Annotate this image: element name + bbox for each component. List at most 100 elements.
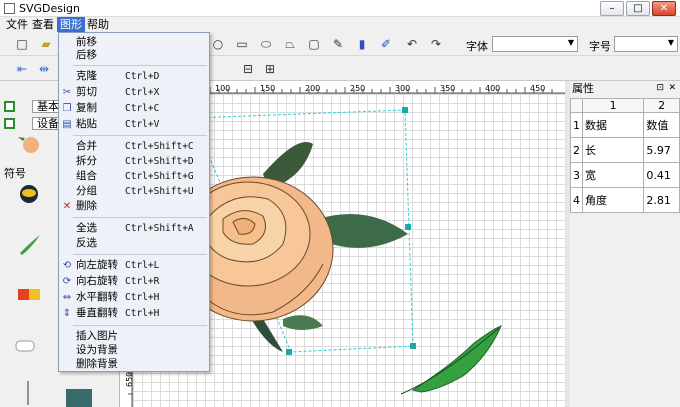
property-value[interactable]: 2.81 <box>643 187 680 213</box>
row-index: 1 <box>570 112 583 138</box>
redo-icon[interactable]: ↷ <box>428 36 444 52</box>
menu-item-clone[interactable]: 克隆 Ctrl+D <box>59 69 209 84</box>
property-name: 角度 <box>581 187 645 213</box>
circle-tool-icon[interactable]: ○ <box>210 36 226 52</box>
rotate-left-icon: ⟲ <box>62 260 72 271</box>
menu-item-label: 分组 <box>76 185 97 197</box>
thumb-rose[interactable] <box>18 137 39 153</box>
menu-item-cut[interactable]: ✂ 剪切 Ctrl+X <box>59 85 209 100</box>
menu-item-flip-vertical[interactable]: ⇕ 垂直翻转 Ctrl+H <box>59 306 209 321</box>
menu-help[interactable]: 帮助 <box>84 17 112 32</box>
polygon-tool-icon[interactable]: ⏢ <box>282 36 298 52</box>
thumb-gradient[interactable] <box>18 289 40 300</box>
font-label: 字体 <box>466 40 488 53</box>
menu-item-remove-background[interactable]: 删除背景 <box>59 357 209 372</box>
property-value[interactable]: 数值 <box>643 112 680 138</box>
menu-item-send-backward[interactable]: 后移 <box>59 48 209 63</box>
menu-item-delete[interactable]: ✕ 删除 <box>59 199 209 214</box>
rectangle-tool-icon[interactable]: ▭ <box>234 36 250 52</box>
table-row[interactable]: 2 长 5.97 <box>570 137 680 163</box>
menu-item-set-background[interactable]: 设为背景 <box>59 343 209 358</box>
paste-icon: ▤ <box>62 119 72 130</box>
properties-header: 属性 ⊡ ✕ <box>570 81 680 96</box>
menu-item-label: 克隆 <box>76 70 97 82</box>
flip-horizontal-icon: ⇔ <box>62 292 72 303</box>
title-bar: SVGDesign – □ ✕ <box>0 0 680 17</box>
menu-item-label: 设为背景 <box>76 344 118 356</box>
new-file-icon[interactable]: □ <box>14 36 30 52</box>
resize-handle[interactable] <box>286 349 292 355</box>
resize-handle[interactable] <box>402 107 408 113</box>
properties-table: 1 2 1 数据 数值 2 长 5.97 3 宽 0.41 4 角度 2.81 <box>570 98 680 213</box>
shortcut-text: Ctrl+V <box>125 119 160 130</box>
pen-tool-icon[interactable]: ✎ <box>330 36 346 52</box>
shortcut-text: Ctrl+R <box>125 276 160 287</box>
menu-item-label: 粘贴 <box>76 118 97 130</box>
fill-color-icon[interactable]: ▮ <box>354 36 370 52</box>
thumb-box[interactable] <box>66 389 92 407</box>
feather-shape[interactable] <box>400 325 502 395</box>
menu-item-label: 全选 <box>76 222 97 234</box>
thumb-rounded-rect[interactable] <box>15 340 35 352</box>
table-row[interactable]: 4 角度 2.81 <box>570 187 680 213</box>
undo-icon[interactable]: ↶ <box>404 36 420 52</box>
align-center-icon[interactable]: ⇹ <box>36 61 52 77</box>
menu-separator <box>73 135 207 136</box>
shortcut-text: Ctrl+Shift+G <box>125 171 194 182</box>
rotate-right-icon: ⟳ <box>62 276 72 287</box>
shortcut-text: Ctrl+Shift+A <box>125 223 194 234</box>
property-value[interactable]: 0.41 <box>643 162 680 188</box>
chevron-down-icon: ▼ <box>667 38 674 47</box>
menu-item-invert-selection[interactable]: 反选 <box>59 236 209 251</box>
menu-item-flip-horizontal[interactable]: ⇔ 水平翻转 Ctrl+H <box>59 290 209 305</box>
menu-file[interactable]: 文件 <box>3 17 31 32</box>
menu-item-group[interactable]: 组合 Ctrl+Shift+G <box>59 169 209 184</box>
thumb-feather[interactable] <box>20 235 40 255</box>
menu-item-ungroup[interactable]: 分组 Ctrl+Shift+U <box>59 184 209 199</box>
table-row[interactable]: 1 数据 数值 <box>570 112 680 138</box>
menu-shape[interactable]: 图形 <box>57 17 85 32</box>
shortcut-text: Ctrl+Shift+U <box>125 186 194 197</box>
menu-item-copy[interactable]: ❐ 复制 Ctrl+C <box>59 101 209 116</box>
menu-item-rotate-right[interactable]: ⟳ 向右旋转 Ctrl+R <box>59 274 209 289</box>
size-select[interactable]: ▼ <box>614 36 678 52</box>
thumb-bird[interactable] <box>20 185 38 203</box>
column-header: 2 <box>643 98 680 113</box>
resize-handle[interactable] <box>410 343 416 349</box>
table-row[interactable]: 3 宽 0.41 <box>570 162 680 188</box>
menu-item-label: 水平翻转 <box>76 291 118 303</box>
maximize-button[interactable]: □ <box>626 1 650 16</box>
shortcut-text: Ctrl+Shift+C <box>125 141 194 152</box>
shortcut-text: Ctrl+C <box>125 103 160 114</box>
resize-handle[interactable] <box>405 224 411 230</box>
menu-item-label: 向右旋转 <box>76 275 118 287</box>
line-color-icon[interactable]: ✐ <box>378 36 394 52</box>
minimize-button[interactable]: – <box>600 1 624 16</box>
menu-item-merge[interactable]: 合并 Ctrl+Shift+C <box>59 139 209 154</box>
ellipse-tool-icon[interactable]: ⬭ <box>258 36 274 52</box>
font-select[interactable]: ▼ <box>492 36 578 52</box>
open-folder-icon[interactable]: ▰ <box>38 36 54 52</box>
delete-icon: ✕ <box>62 201 72 212</box>
menu-item-label: 向左旋转 <box>76 259 118 271</box>
close-button[interactable]: ✕ <box>652 1 676 16</box>
pin-icon[interactable]: ⊡ <box>656 81 664 96</box>
menu-item-split[interactable]: 拆分 Ctrl+Shift+D <box>59 154 209 169</box>
properties-title: 属性 <box>572 82 594 95</box>
rounded-rect-tool-icon[interactable]: ▢ <box>306 36 322 52</box>
menu-item-paste[interactable]: ▤ 粘贴 Ctrl+V <box>59 117 209 132</box>
menu-view[interactable]: 查看 <box>29 17 57 32</box>
shortcut-text: Ctrl+L <box>125 260 160 271</box>
column-header: 1 <box>581 98 645 113</box>
scissors-icon: ✂ <box>62 87 72 98</box>
distribute-icon[interactable]: ⊟ <box>240 61 256 77</box>
menu-item-select-all[interactable]: 全选 Ctrl+Shift+A <box>59 221 209 236</box>
menu-item-label: 复制 <box>76 102 97 114</box>
close-icon[interactable]: ✕ <box>668 81 676 96</box>
menu-item-rotate-left[interactable]: ⟲ 向左旋转 Ctrl+L <box>59 258 209 273</box>
flip-vertical-icon: ⇕ <box>62 308 72 319</box>
align-left-icon[interactable]: ⇤ <box>14 61 30 77</box>
property-value[interactable]: 5.97 <box>643 137 680 163</box>
menu-item-insert-image[interactable]: 插入图片 <box>59 329 209 344</box>
grid-icon[interactable]: ⊞ <box>262 61 278 77</box>
